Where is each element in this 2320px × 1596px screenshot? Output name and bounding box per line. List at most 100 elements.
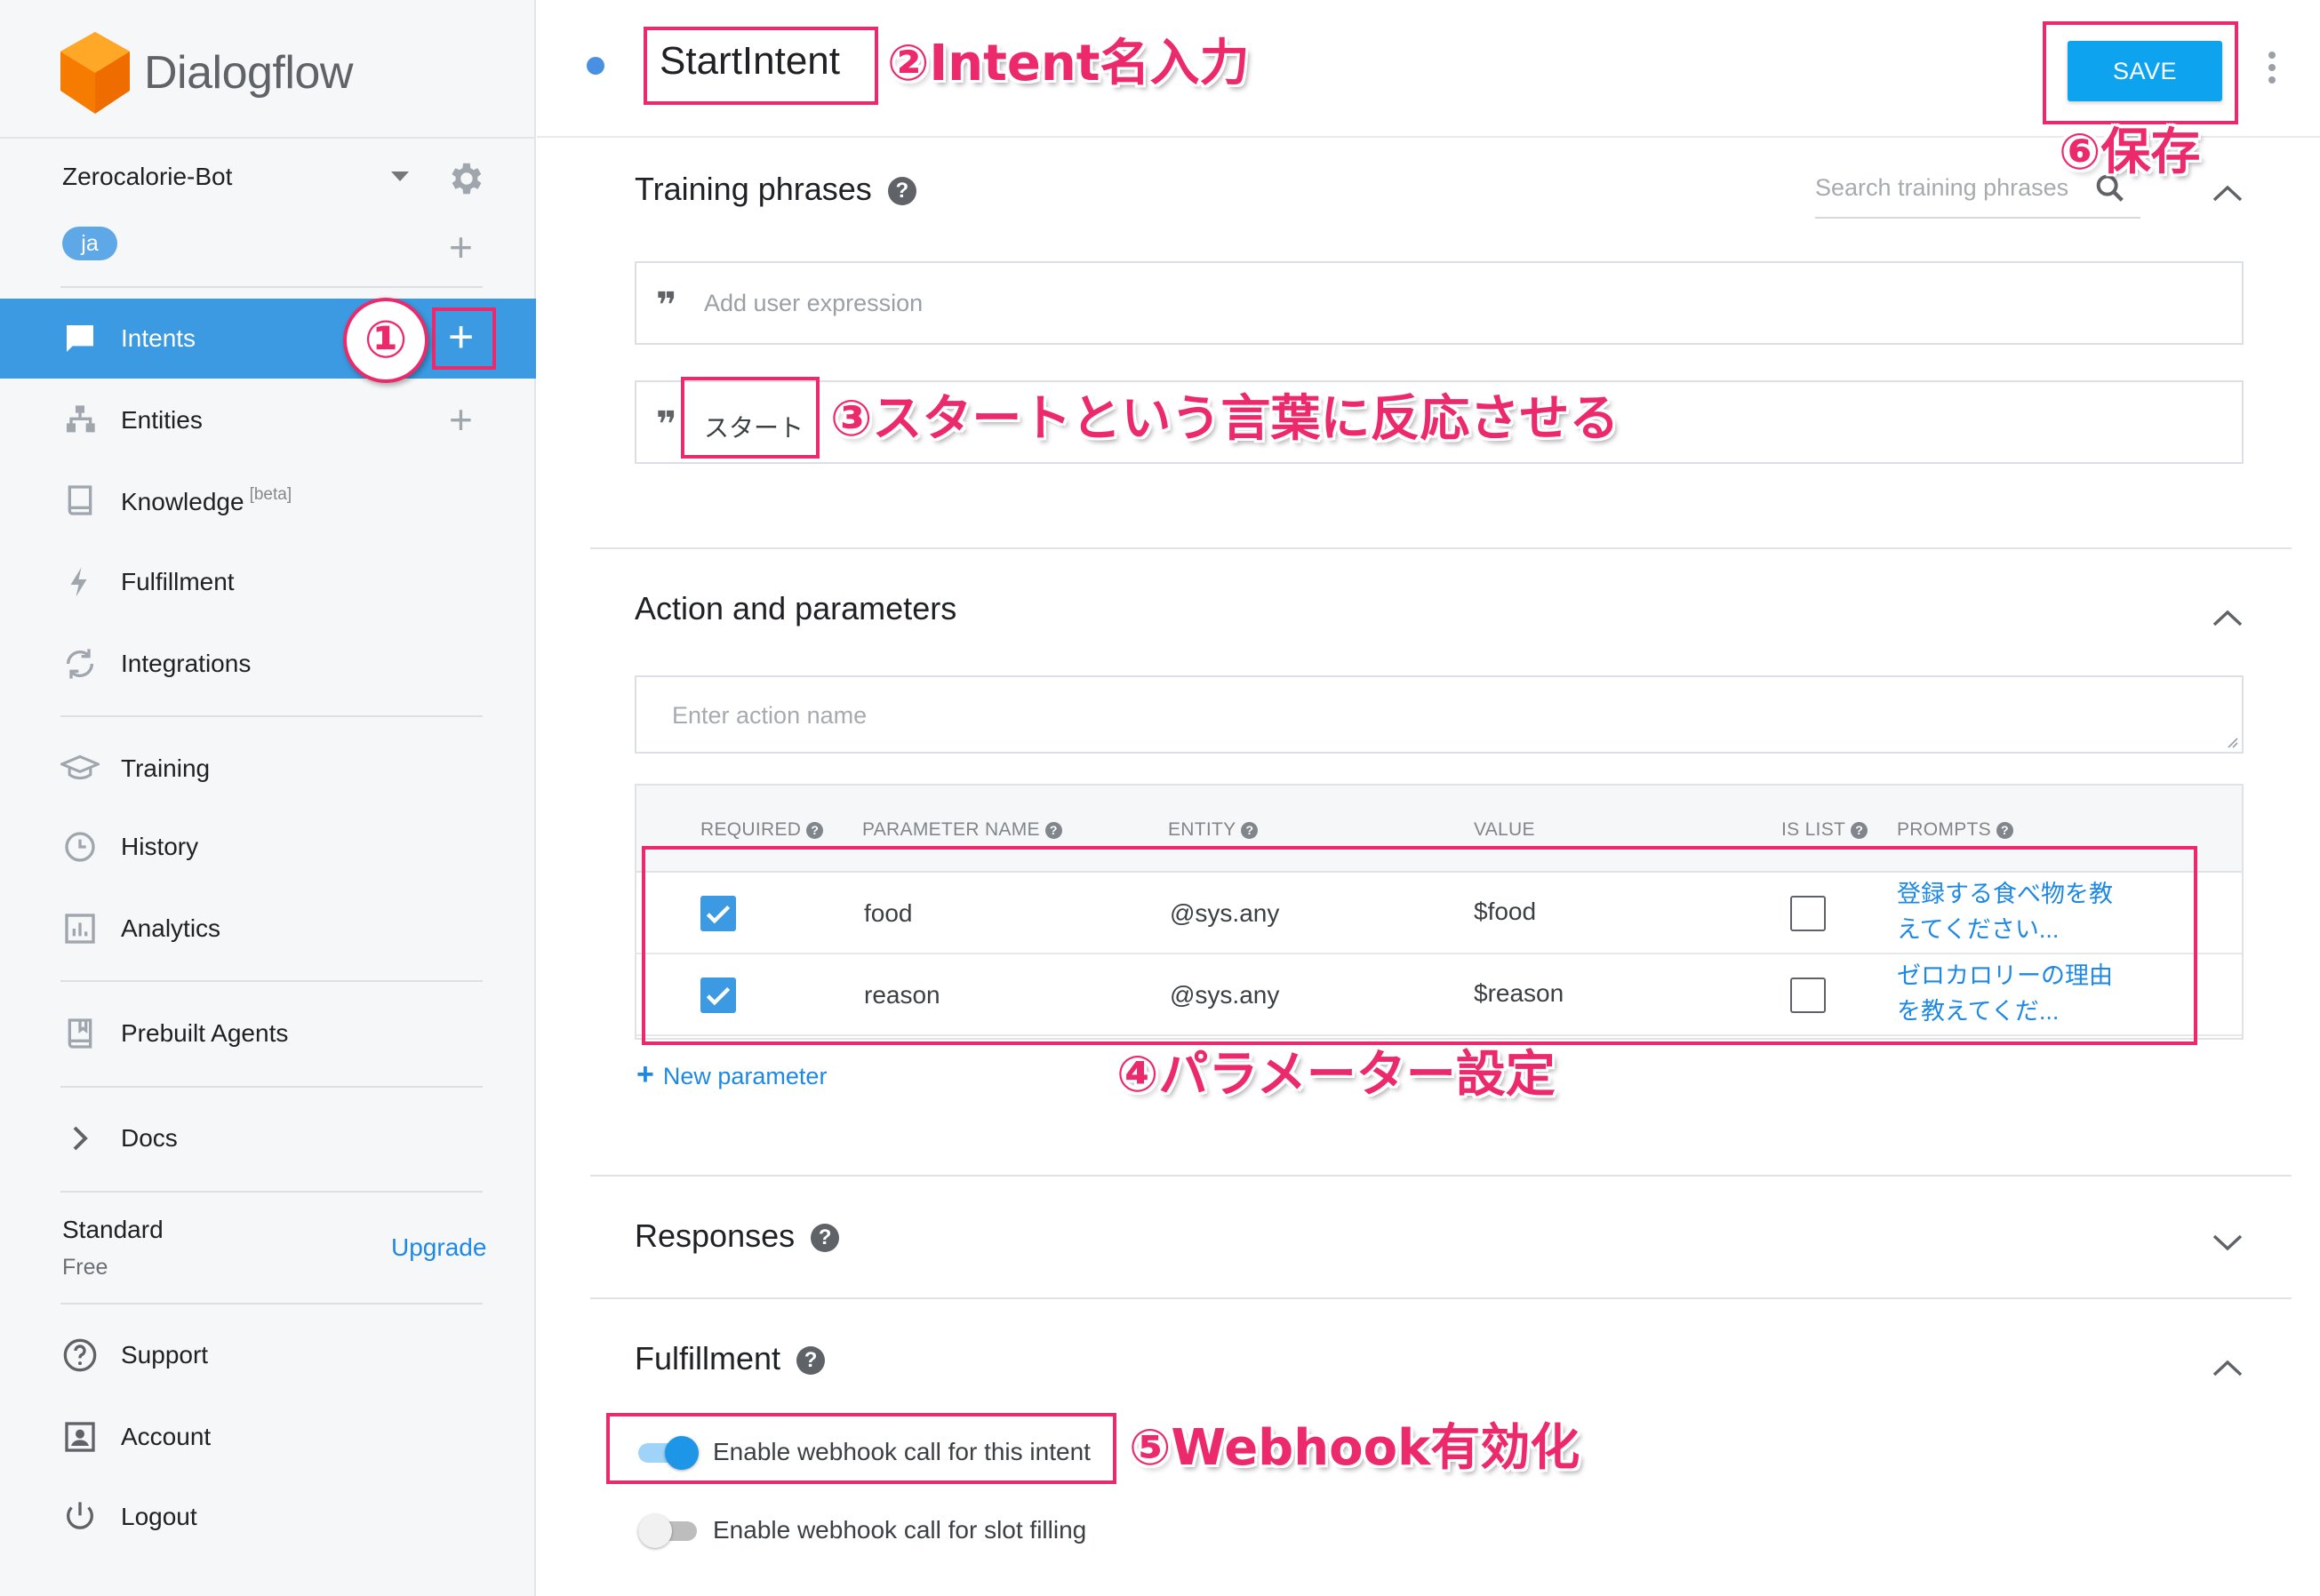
sidebar-item-history[interactable]: History xyxy=(0,807,536,887)
column-header: IS LIST? xyxy=(1781,819,1868,841)
bolt-icon xyxy=(60,563,100,602)
fulfillment-title: Fulfillment? xyxy=(635,1340,826,1377)
chat-icon xyxy=(60,319,100,358)
sidebar-item-label: Training xyxy=(121,754,211,782)
help-circle-icon xyxy=(60,1336,100,1375)
divider xyxy=(60,1086,483,1088)
sidebar-item-label: Knowledge [beta] xyxy=(121,484,292,515)
sidebar-item-label: Docs xyxy=(121,1124,178,1152)
webhook-slot-filling-toggle[interactable] xyxy=(638,1512,697,1548)
sidebar-item-fulfillment[interactable]: Fulfillment xyxy=(0,542,536,622)
divider xyxy=(60,980,483,982)
sidebar-item-support[interactable]: Support xyxy=(0,1315,536,1395)
beta-badge: [beta] xyxy=(249,484,292,504)
annotation-step-2: ②Intent名入力 xyxy=(887,35,1250,92)
help-icon[interactable]: ? xyxy=(887,177,916,205)
sidebar-item-label: Analytics xyxy=(121,914,221,942)
gear-icon[interactable] xyxy=(444,158,485,199)
column-header: PROMPTS? xyxy=(1897,819,2013,841)
section-divider xyxy=(590,1175,2292,1177)
sidebar-item-training[interactable]: Training xyxy=(0,729,536,809)
section-divider xyxy=(590,547,2292,549)
sidebar-item-integrations[interactable]: Integrations xyxy=(0,624,536,704)
responses-title[interactable]: Responses? xyxy=(635,1217,840,1255)
chevron-down-icon[interactable] xyxy=(2212,1233,2244,1253)
sidebar: Dialogflow Zerocalorie-Bot ja + Intents … xyxy=(0,0,536,1596)
caret-down-icon[interactable] xyxy=(391,172,409,181)
help-icon[interactable]: ? xyxy=(1044,821,1062,839)
action-name-input[interactable]: Enter action name xyxy=(635,675,2244,754)
sidebar-item-label: History xyxy=(121,833,199,860)
sidebar-item-label: Prebuilt Agents xyxy=(121,1019,289,1047)
help-icon[interactable]: ? xyxy=(1996,821,2013,839)
chevron-up-icon[interactable] xyxy=(2212,608,2244,627)
header-divider xyxy=(537,136,2320,138)
plan-name: Standard xyxy=(62,1216,164,1243)
upgrade-link[interactable]: Upgrade xyxy=(391,1233,486,1262)
annotation-step-4: ④パラメーター設定 xyxy=(1116,1046,1556,1104)
agent-name[interactable]: Zerocalorie-Bot xyxy=(62,163,232,191)
divider xyxy=(60,715,483,717)
add-language-icon[interactable]: + xyxy=(449,227,473,267)
sidebar-item-knowledge[interactable]: Knowledge [beta] xyxy=(0,460,536,540)
sidebar-item-label: Integrations xyxy=(121,650,252,677)
sidebar-item-label: Intents xyxy=(121,324,196,352)
add-expression-placeholder: Add user expression xyxy=(704,290,924,316)
annotation-box-intent-name xyxy=(644,27,878,105)
new-parameter-link[interactable]: + New parameter xyxy=(636,1057,827,1092)
training-phrases-title: Training phrases? xyxy=(635,171,916,208)
chevron-up-icon[interactable] xyxy=(2212,183,2244,203)
add-user-expression-input[interactable]: ❞ Add user expression xyxy=(635,261,2244,345)
column-header: REQUIRED? xyxy=(700,819,824,841)
sidebar-item-label: Entities xyxy=(121,406,203,434)
quote-icon: ❞ xyxy=(656,286,677,325)
book-icon xyxy=(60,481,100,520)
sidebar-item-docs[interactable]: Docs xyxy=(0,1098,536,1178)
more-options-icon[interactable] xyxy=(2268,52,2277,87)
sidebar-item-logout[interactable]: Logout xyxy=(0,1477,536,1557)
column-header: PARAMETER NAME? xyxy=(862,819,1062,841)
chevron-right-icon xyxy=(60,1119,100,1158)
quote-icon: ❞ xyxy=(656,405,677,444)
annotation-step-5: ⑤Webhook有効化 xyxy=(1129,1419,1580,1477)
help-icon[interactable]: ? xyxy=(1241,821,1259,839)
clock-icon xyxy=(60,827,100,866)
search-placeholder: Search training phrases xyxy=(1815,174,2069,201)
help-icon[interactable]: ? xyxy=(796,1346,826,1375)
plus-icon: + xyxy=(636,1057,654,1091)
sidebar-item-label: Logout xyxy=(121,1503,197,1530)
power-icon xyxy=(60,1497,100,1536)
help-icon[interactable]: ? xyxy=(1851,821,1868,839)
add-entity-icon[interactable]: + xyxy=(449,399,473,440)
chevron-up-icon[interactable] xyxy=(2212,1358,2244,1377)
sidebar-item-label: Support xyxy=(121,1341,209,1369)
sidebar-item-entities[interactable]: Entities + xyxy=(0,380,536,460)
resize-handle-icon[interactable] xyxy=(2226,736,2238,748)
sync-icon xyxy=(60,644,100,683)
language-chip[interactable]: ja xyxy=(62,227,117,260)
annotation-box-parameters xyxy=(642,846,2197,1045)
account-icon xyxy=(60,1417,100,1456)
sidebar-item-analytics[interactable]: Analytics xyxy=(0,889,536,969)
brand-logo[interactable]: Dialogflow xyxy=(60,32,353,114)
annotation-box-add-intent xyxy=(432,307,496,370)
divider xyxy=(60,1191,483,1193)
sidebar-item-label: Account xyxy=(121,1423,212,1450)
sidebar-item-label: Fulfillment xyxy=(121,568,235,595)
annotation-box-save xyxy=(2043,21,2238,124)
divider xyxy=(60,286,483,288)
bar-chart-icon xyxy=(60,909,100,948)
sidebar-item-prebuilt-agents[interactable]: Prebuilt Agents xyxy=(0,994,536,1073)
action-parameters-title: Action and parameters xyxy=(635,590,957,626)
column-header: VALUE xyxy=(1474,819,1535,840)
help-icon[interactable]: ? xyxy=(806,821,824,839)
sidebar-item-account[interactable]: Account xyxy=(0,1397,536,1477)
hierarchy-icon xyxy=(60,401,100,440)
action-placeholder: Enter action name xyxy=(672,702,868,729)
help-icon[interactable]: ? xyxy=(811,1224,840,1252)
divider xyxy=(60,1303,483,1305)
dialogflow-logo-icon xyxy=(60,32,130,114)
intent-status-dot xyxy=(587,57,604,75)
webhook-slot-filling-label: Enable webhook call for slot filling xyxy=(713,1516,1087,1544)
column-header: ENTITY? xyxy=(1168,819,1259,841)
